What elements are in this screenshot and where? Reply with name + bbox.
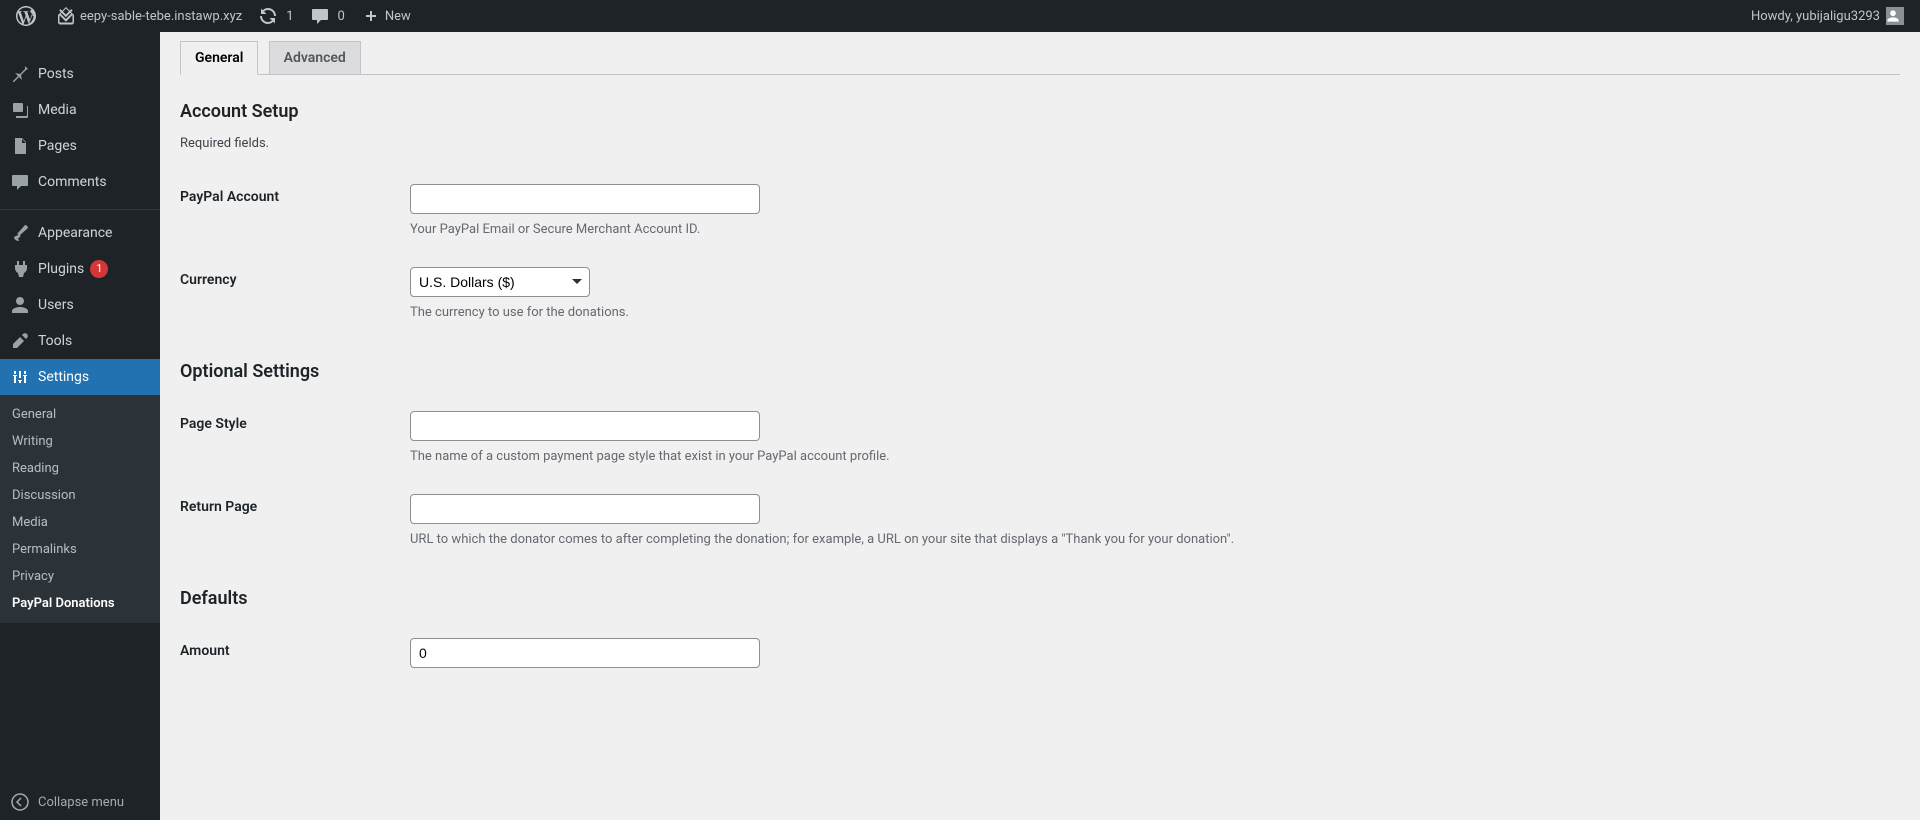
collapse-icon: [10, 792, 30, 812]
sidebar-item-pages[interactable]: Pages: [0, 128, 160, 164]
paypal-account-input[interactable]: [410, 184, 760, 214]
collapse-label: Collapse menu: [38, 795, 124, 810]
pages-icon: [10, 136, 30, 156]
admin-sidebar: Posts Media Pages Comments Appearance Pl…: [0, 32, 160, 820]
tab-advanced[interactable]: Advanced: [269, 41, 361, 74]
currency-select[interactable]: U.S. Dollars ($): [410, 267, 590, 297]
submenu-discussion[interactable]: Discussion: [0, 482, 160, 509]
sidebar-item-media[interactable]: Media: [0, 92, 160, 128]
sidebar-item-posts[interactable]: Posts: [0, 56, 160, 92]
plugins-badge: 1: [90, 260, 108, 277]
wp-logo[interactable]: [8, 0, 48, 32]
desc-currency: The currency to use for the donations.: [410, 305, 1890, 320]
desc-paypal-account: Your PayPal Email or Secure Merchant Acc…: [410, 222, 1890, 237]
submenu-reading[interactable]: Reading: [0, 455, 160, 482]
submenu-paypal[interactable]: PayPal Donations: [0, 590, 160, 617]
label-currency: Currency: [180, 252, 400, 335]
site-name-label: eepy-sable-tebe.instawp.xyz: [80, 9, 242, 24]
sidebar-label: Settings: [38, 369, 89, 385]
admin-bar: eepy-sable-tebe.instawp.xyz 1 0 New Howd…: [0, 0, 1920, 32]
site-name[interactable]: eepy-sable-tebe.instawp.xyz: [48, 0, 250, 32]
page-style-input[interactable]: [410, 411, 760, 441]
new-label: New: [385, 9, 411, 24]
tab-wrapper: General Advanced: [180, 32, 1900, 75]
updates[interactable]: 1: [250, 0, 301, 32]
comments-icon: [10, 172, 30, 192]
sidebar-label: Appearance: [38, 225, 112, 241]
required-fields-text: Required fields.: [180, 136, 1900, 151]
wrench-icon: [10, 331, 30, 351]
sidebar-item-tools[interactable]: Tools: [0, 323, 160, 359]
sidebar-item-plugins[interactable]: Plugins 1: [0, 251, 160, 287]
section-account-setup: Account Setup: [180, 101, 1900, 122]
sidebar-label: Media: [38, 102, 77, 118]
sidebar-label: Tools: [38, 333, 72, 349]
comments-link[interactable]: 0: [302, 0, 353, 32]
settings-submenu: General Writing Reading Discussion Media…: [0, 395, 160, 623]
sidebar-item-settings[interactable]: Settings: [0, 359, 160, 395]
sidebar-label: Pages: [38, 138, 77, 154]
brush-icon: [10, 223, 30, 243]
pushpin-icon: [10, 64, 30, 84]
sidebar-item-appearance[interactable]: Appearance: [0, 215, 160, 251]
desc-page-style: The name of a custom payment page style …: [410, 449, 1890, 464]
submenu-privacy[interactable]: Privacy: [0, 563, 160, 590]
sidebar-label: Plugins: [38, 261, 84, 277]
desc-return-page: URL to which the donator comes to after …: [410, 532, 1890, 547]
sidebar-label: Users: [38, 297, 74, 313]
label-amount: Amount: [180, 623, 400, 683]
tab-general[interactable]: General: [180, 41, 258, 75]
sidebar-label: Posts: [38, 66, 74, 82]
howdy-label: Howdy, yubijaligu3293: [1751, 9, 1880, 24]
sidebar-label: Comments: [38, 174, 107, 190]
submenu-media[interactable]: Media: [0, 509, 160, 536]
sidebar-item-comments[interactable]: Comments: [0, 164, 160, 200]
amount-input[interactable]: [410, 638, 760, 668]
return-page-input[interactable]: [410, 494, 760, 524]
users-icon: [10, 295, 30, 315]
submenu-general[interactable]: General: [0, 401, 160, 428]
label-paypal-account: PayPal Account: [180, 169, 400, 252]
new-content[interactable]: New: [353, 0, 419, 32]
media-icon: [10, 100, 30, 120]
submenu-writing[interactable]: Writing: [0, 428, 160, 455]
section-optional: Optional Settings: [180, 361, 1900, 382]
submenu-permalinks[interactable]: Permalinks: [0, 536, 160, 563]
collapse-menu[interactable]: Collapse menu: [0, 783, 160, 820]
sliders-icon: [10, 367, 30, 387]
updates-count: 1: [286, 9, 293, 24]
main-content: General Advanced Account Setup Required …: [160, 32, 1920, 820]
section-defaults: Defaults: [180, 588, 1900, 609]
comments-count: 0: [338, 9, 345, 24]
label-page-style: Page Style: [180, 396, 400, 479]
plug-icon: [10, 259, 30, 279]
avatar: [1886, 7, 1904, 25]
label-return-page: Return Page: [180, 479, 400, 562]
my-account[interactable]: Howdy, yubijaligu3293: [1743, 0, 1912, 32]
sidebar-item-users[interactable]: Users: [0, 287, 160, 323]
